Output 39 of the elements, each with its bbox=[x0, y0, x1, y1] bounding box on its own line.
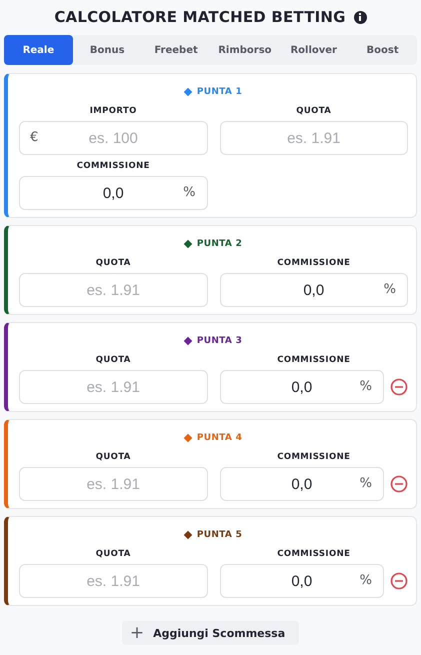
remove-icon[interactable] bbox=[390, 475, 408, 493]
percent-symbol: % bbox=[183, 185, 196, 201]
remove-icon[interactable] bbox=[390, 572, 408, 590]
percent-symbol: % bbox=[360, 573, 372, 589]
input-field[interactable]: es. 1.91 bbox=[19, 467, 208, 501]
field-label: COMMISSIONE bbox=[277, 451, 350, 463]
field-label: IMPORTO bbox=[90, 105, 137, 117]
field-label: QUOTA bbox=[296, 105, 332, 117]
percent-symbol: % bbox=[384, 282, 396, 298]
info-icon[interactable] bbox=[354, 10, 367, 24]
page-title: CALCOLATORE MATCHED BETTING bbox=[54, 8, 346, 26]
input-field[interactable]: es. 1.91 bbox=[19, 564, 208, 598]
mode-tab[interactable]: Boost bbox=[348, 35, 417, 65]
bet-title: PUNTA 1 bbox=[196, 87, 242, 97]
field-label: QUOTA bbox=[96, 451, 131, 463]
mode-tab[interactable]: Freebet bbox=[142, 35, 210, 65]
mode-tab[interactable]: Rollover bbox=[279, 35, 348, 65]
bet-title: PUNTA 3 bbox=[196, 336, 242, 346]
field-label: COMMISSIONE bbox=[76, 160, 150, 172]
field-label: COMMISSIONE bbox=[277, 548, 350, 560]
mode-tab[interactable]: Bonus bbox=[72, 35, 142, 65]
percent-symbol: % bbox=[360, 476, 372, 492]
add-bet-button[interactable]: + Aggiungi Scommessa bbox=[122, 621, 300, 645]
field-label: COMMISSIONE bbox=[277, 354, 350, 366]
field-label: QUOTA bbox=[96, 548, 131, 560]
mode-tab[interactable]: Rimborso bbox=[210, 35, 280, 65]
mode-tab[interactable]: Reale bbox=[4, 35, 73, 65]
input-field[interactable]: es. 1.91 bbox=[19, 370, 208, 404]
percent-symbol: % bbox=[360, 379, 372, 395]
field-label: QUOTA bbox=[96, 257, 131, 269]
currency-symbol: € bbox=[30, 130, 38, 146]
input-field[interactable]: es. 1.91 bbox=[220, 121, 408, 155]
input-field[interactable]: es. 1.91 bbox=[19, 273, 208, 307]
bet-title: PUNTA 2 bbox=[196, 239, 242, 249]
bet-title: PUNTA 4 bbox=[196, 433, 242, 443]
field-label: QUOTA bbox=[96, 354, 131, 366]
bet-title: PUNTA 5 bbox=[196, 530, 242, 540]
field-label: COMMISSIONE bbox=[277, 257, 350, 269]
remove-icon[interactable] bbox=[390, 378, 408, 396]
